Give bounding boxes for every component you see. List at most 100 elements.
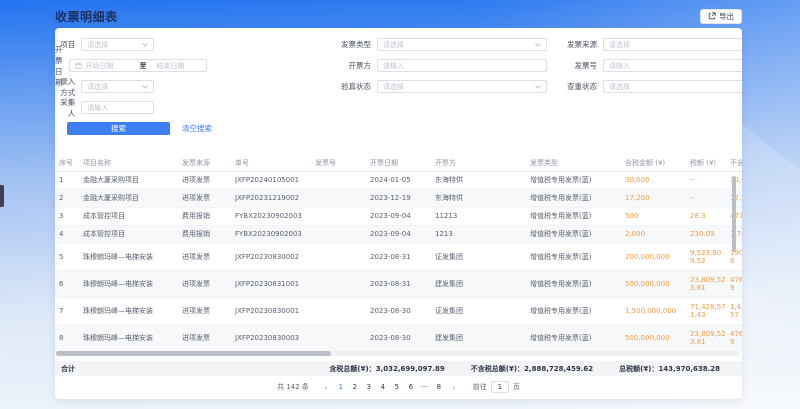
col-header-tax: 税额 (¥) — [690, 158, 730, 168]
collector-input[interactable] — [87, 104, 148, 112]
col-header-order: 单号 — [235, 158, 315, 168]
goto-page-input[interactable] — [491, 381, 509, 393]
dup-status-select[interactable]: 请选择 — [603, 80, 742, 93]
filter-actions: 搜索 清空搜索 — [55, 122, 742, 135]
invoice-table: 序号 项目名称 发票来源 单号 发票号 开票日期 开票方 发票类型 含税金额 (… — [55, 154, 742, 352]
pagination-total: 共 142 条 — [277, 382, 309, 392]
pager-page-4[interactable]: 4 — [377, 381, 389, 393]
table-row[interactable]: 8 珠穆朗玛峰—电梯安装 进项发票 JXFP20230830003 2023-0… — [55, 325, 742, 352]
clear-search-button[interactable]: 清空搜索 — [182, 123, 212, 134]
col-header-no: 序号 — [55, 158, 83, 168]
calendar-icon — [75, 62, 82, 69]
pager-page-3[interactable]: 3 — [363, 381, 375, 393]
filter-invoice-type: 发票类型 请选择 — [154, 38, 547, 51]
verify-status-select[interactable]: 请选择 — [377, 80, 547, 93]
docked-side-handle[interactable] — [0, 185, 4, 207]
table-row[interactable]: 2 金融大厦采购项目 进项发票 JXFP20231219002 2023-12-… — [55, 190, 742, 208]
filter-invoice-no: 发票号 — [547, 59, 742, 72]
export-button[interactable]: 导出 — [700, 9, 742, 24]
table-row[interactable]: 4 成本管控项目 费用报销 FYBX20230902003 2023-09-04… — [55, 226, 742, 244]
entry-method-label: 录入方式 — [55, 76, 81, 98]
dup-status-label: 查重状态 — [551, 81, 603, 92]
goto-page: 前往 页 — [473, 381, 520, 393]
pager-page-2[interactable]: 2 — [349, 381, 361, 393]
export-label: 导出 — [719, 11, 734, 22]
invoice-no-input[interactable] — [609, 62, 742, 70]
next-page-button[interactable]: › — [449, 383, 459, 392]
col-header-type: 发票类型 — [530, 158, 625, 168]
pagination-bar: 共 142 条 ‹ 123456···8 › 前往 页 — [55, 376, 742, 398]
pager-page-6[interactable]: 6 — [405, 381, 417, 393]
dup-status-placeholder: 请选择 — [609, 82, 630, 92]
invoice-no-field — [603, 59, 742, 72]
horizontal-scrollbar-thumb[interactable] — [56, 351, 331, 356]
filter-invoice-date: 开票日期 至 — [55, 59, 154, 72]
invoice-source-select[interactable]: 请选择 — [603, 38, 742, 51]
chevron-down-icon — [535, 85, 541, 89]
summary-bar: 合计 含税总额(¥)：3,032,699,097.89 不含税总额(¥)：2,8… — [55, 361, 742, 376]
issuer-input[interactable] — [383, 62, 541, 70]
topbar: 收票明细表 导出 — [55, 6, 742, 26]
pager-page-5[interactable]: 5 — [391, 381, 403, 393]
filter-project: 项目 请选择 — [55, 38, 154, 51]
summary-groups: 含税总额(¥)：3,032,699,097.89 不含税总额(¥)：2,888,… — [329, 364, 742, 374]
chevron-down-icon — [535, 43, 541, 47]
chevron-down-icon — [142, 85, 148, 89]
invoice-date-range[interactable]: 至 — [69, 59, 207, 72]
invoice-source-label: 发票来源 — [551, 39, 603, 50]
prev-page-button[interactable]: ‹ — [321, 383, 331, 392]
pager-page-8[interactable]: 8 — [433, 381, 445, 393]
table-row[interactable]: 1 金融大厦采购项目 进项发票 JXFP20240105001 2024-01-… — [55, 172, 742, 190]
export-icon — [708, 12, 716, 20]
col-header-invoice-no: 发票号 — [315, 158, 370, 168]
horizontal-scrollbar-track[interactable] — [56, 351, 740, 356]
collector-field — [81, 101, 154, 114]
filter-dup-status: 查重状态 请选择 — [547, 80, 742, 93]
entry-method-placeholder: 请选择 — [87, 82, 108, 92]
goto-label: 前往 — [473, 382, 487, 392]
main-card: 项目 请选择 发票类型 请选择 发票来源 请选择 — [55, 28, 742, 399]
filter-verify-status: 验真状态 请选择 — [154, 80, 547, 93]
table-header: 序号 项目名称 发票来源 单号 发票号 开票日期 开票方 发票类型 含税金额 (… — [55, 154, 742, 172]
pager-pages: 123456···8 — [335, 381, 445, 393]
col-header-amount: 含税金额 (¥) — [625, 158, 690, 168]
start-date-input[interactable] — [86, 62, 130, 70]
col-header-net: 不含税金额 (¥) — [730, 158, 742, 168]
entry-method-select[interactable]: 请选择 — [81, 80, 154, 93]
filter-entry-method: 录入方式 请选择 — [55, 80, 154, 93]
vertical-scrollbar-thumb[interactable] — [732, 176, 736, 252]
goto-unit: 页 — [513, 382, 520, 392]
end-date-input[interactable] — [157, 62, 201, 70]
invoice-source-placeholder: 请选择 — [609, 40, 630, 50]
col-header-issuer: 开票方 — [435, 158, 530, 168]
verify-status-placeholder: 请选择 — [383, 82, 404, 92]
table-row[interactable]: 6 珠穆朗玛峰—电梯安装 进项发票 JXFP20230831001 2023-0… — [55, 271, 742, 298]
filter-issuer: 开票方 — [154, 59, 547, 72]
collector-label: 采集人 — [55, 97, 81, 119]
issuer-label: 开票方 — [325, 60, 377, 71]
invoice-type-label: 发票类型 — [325, 39, 377, 50]
summary-total-label: 合计 — [61, 364, 75, 374]
summary-tax: 总税额(¥)：143,970,638.28 — [619, 364, 720, 374]
date-separator: 至 — [140, 61, 147, 71]
invoice-type-select[interactable]: 请选择 — [377, 38, 547, 51]
filter-panel: 项目 请选择 发票类型 请选择 发票来源 请选择 — [55, 28, 742, 135]
summary-without-tax: 不含税总额(¥)：2,888,728,459.62 — [471, 364, 593, 374]
page-title: 收票明细表 — [55, 8, 118, 25]
filter-invoice-source: 发票来源 请选择 — [547, 38, 742, 51]
table-row[interactable]: 3 成本管控项目 费用报销 FYBX20230902003 2023-09-04… — [55, 208, 742, 226]
col-header-project: 项目名称 — [83, 158, 182, 168]
col-header-source: 发票来源 — [182, 158, 235, 168]
table-row[interactable]: 7 珠穆朗玛峰—电梯安装 进项发票 JXFP20230830001 2023-0… — [55, 298, 742, 325]
table-row[interactable]: 5 珠穆朗玛峰—电梯安装 进项发票 JXFP20230830002 2023-0… — [55, 244, 742, 271]
pager-ellipsis[interactable]: ··· — [419, 381, 431, 393]
issuer-field — [377, 59, 547, 72]
search-button[interactable]: 搜索 — [67, 122, 170, 135]
table-body: 1 金融大厦采购项目 进项发票 JXFP20240105001 2024-01-… — [55, 172, 742, 352]
verify-status-label: 验真状态 — [325, 81, 377, 92]
filter-collector: 采集人 — [55, 101, 154, 114]
project-placeholder: 请选择 — [87, 40, 108, 50]
summary-with-tax: 含税总额(¥)：3,032,699,097.89 — [329, 364, 444, 374]
project-select[interactable]: 请选择 — [81, 38, 154, 51]
pager-page-1[interactable]: 1 — [335, 381, 347, 393]
